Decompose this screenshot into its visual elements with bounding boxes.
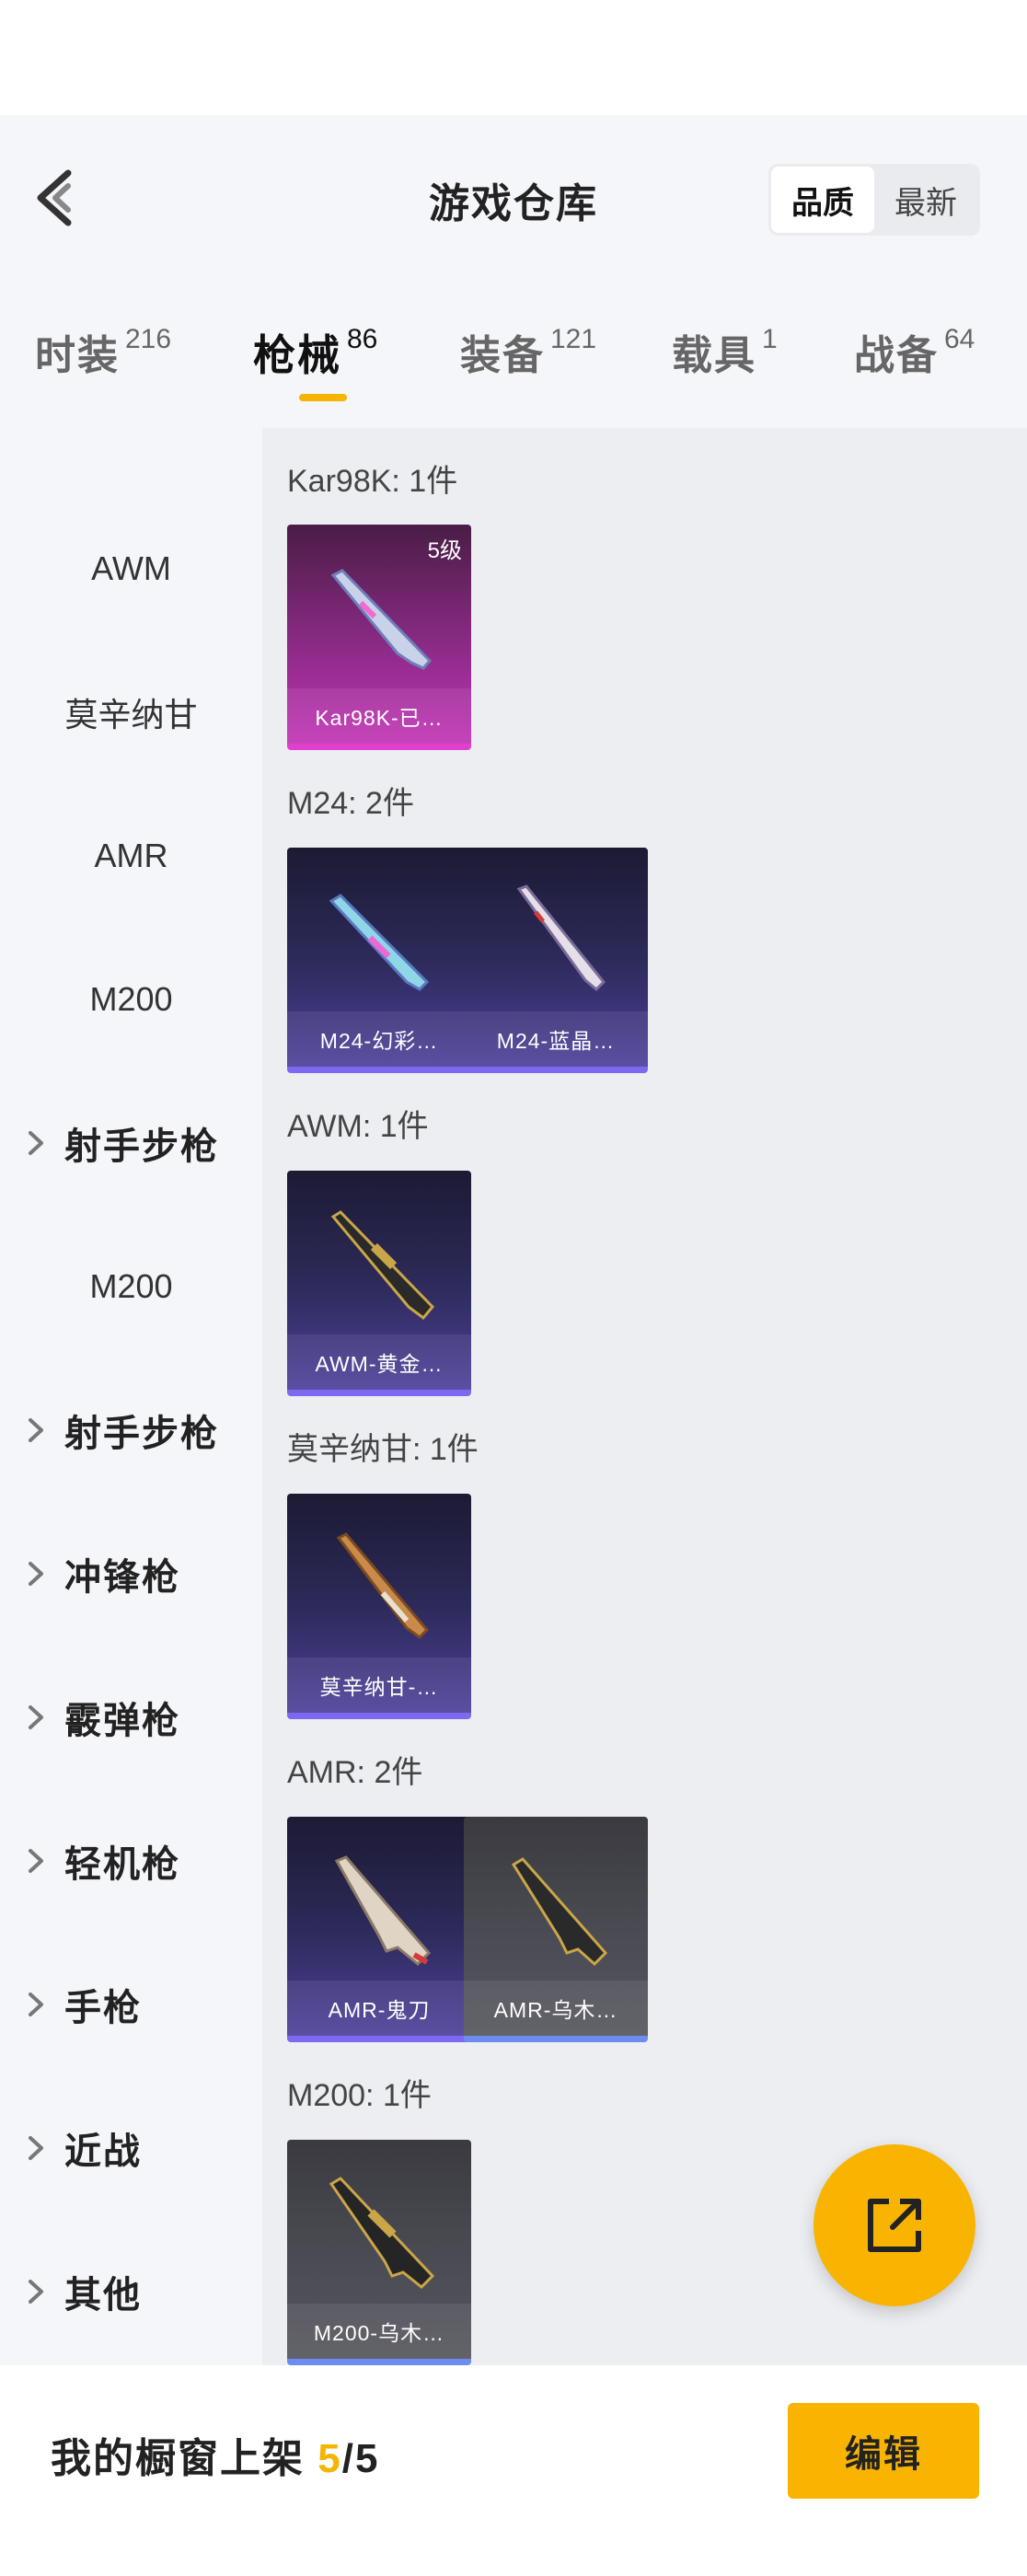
sidebar-item-awm[interactable]: AWM (0, 541, 262, 596)
showcase-total: /5 (341, 2436, 380, 2481)
section-label-kar98k: Kar98K: 1件 (287, 464, 458, 499)
rifle-icon (511, 1857, 608, 1967)
share-button[interactable] (814, 2144, 975, 2306)
chevron-right-icon (29, 1562, 43, 1586)
back-button[interactable] (28, 166, 83, 230)
share-icon (868, 2199, 921, 2252)
sidebar-group-label: 射手步枪 (64, 1126, 219, 1167)
sort-toggle: 品质 最新 (768, 164, 980, 236)
weapon-card[interactable]: M24-蓝晶… (464, 848, 648, 1073)
status-bar-area (0, 0, 1027, 115)
weapon-name: AMR-乌木… (464, 1981, 648, 2036)
chevron-right-icon (29, 1849, 43, 1873)
sidebar-group-pistol[interactable]: 手枪 (0, 1977, 262, 2032)
weapon-name: AMR-鬼刀 (287, 1981, 471, 2036)
section-label-m200: M200: 1件 (287, 2078, 432, 2113)
tab-label: 载具 (672, 333, 756, 378)
tab-fashion[interactable]: 时装 216 (35, 322, 171, 381)
sidebar-group-marksman[interactable]: 射手步枪 (0, 1115, 262, 1171)
tab-count: 64 (944, 324, 975, 354)
category-tabs: 时装 216 枪械 86 装备 121 载具 1 战备 64 (0, 313, 1027, 428)
weapon-name: Kar98K-已… (287, 688, 471, 744)
sidebar-item-amr[interactable]: AMR (0, 828, 262, 884)
sort-quality-button[interactable]: 品质 (771, 167, 874, 233)
rifle-icon (330, 569, 433, 670)
sidebar-item-m24[interactable]: M24 (0, 428, 262, 445)
sidebar-group-label: 霰弹枪 (64, 1701, 180, 1741)
tab-firearms[interactable]: 枪械 86 (253, 322, 377, 383)
showcase-status: 我的橱窗上架 5/5 (51, 2425, 379, 2484)
weapon-list: Kar98K: 1件 5级 Kar98K-已… M24: 2件 M24-幻彩… … (262, 428, 1027, 2365)
tab-vehicles[interactable]: 载具 1 (672, 322, 778, 381)
weapon-card[interactable]: M200-乌木… (287, 2140, 471, 2365)
rifle-icon (329, 894, 430, 991)
chevron-right-icon (29, 1993, 43, 2016)
weapon-name: M24-幻彩… (287, 1011, 471, 1067)
sidebar-group-melee[interactable]: 近战 (0, 2120, 262, 2176)
showcase-label: 我的橱窗上架 (51, 2436, 305, 2481)
edit-button[interactable]: 编辑 (788, 2403, 979, 2499)
weapon-name: M24-蓝晶… (464, 1011, 648, 1067)
sidebar-group-label: 其他 (64, 2275, 142, 2316)
sidebar-item-m200[interactable]: M200 (0, 972, 262, 1027)
sidebar-group-label: 射手步枪 (64, 1414, 219, 1454)
chevron-right-icon (29, 1131, 43, 1155)
sidebar-group-marksman[interactable]: 射手步枪 (0, 1403, 262, 1458)
sidebar-group-label: 手枪 (64, 1988, 142, 2028)
section-label-awm: AWM: 1件 (287, 1109, 429, 1144)
weapon-sidebar: M24 AWM 莫辛纳甘 AMR M200 射手步枪 M200 射手步枪 冲锋枪… (0, 428, 262, 2365)
weapon-name: AWM-黄金… (287, 1334, 471, 1390)
tab-count: 216 (125, 324, 172, 354)
weapon-card[interactable]: 5级 Kar98K-已… (287, 525, 471, 750)
weapon-card[interactable]: AMR-鬼刀 (287, 1817, 471, 2042)
sidebar-item-m200[interactable]: M200 (0, 1259, 262, 1314)
tab-label: 装备 (460, 333, 545, 378)
tab-count: 1 (762, 324, 778, 354)
rifle-icon (334, 1855, 432, 1967)
sidebar-group-label: 冲锋枪 (64, 1557, 180, 1598)
sidebar-group-label: 轻机枪 (64, 1844, 180, 1885)
sidebar-group-smg[interactable]: 冲锋枪 (0, 1546, 262, 1601)
weapon-name: M200-乌木… (287, 2304, 471, 2359)
tab-label: 时装 (35, 333, 120, 378)
section-label-mosin: 莫辛纳甘: 1件 (287, 1432, 479, 1467)
weapon-name: 莫辛纳甘-… (287, 1658, 471, 1713)
tab-count: 121 (550, 324, 597, 354)
showcase-current: 5 (317, 2436, 342, 2481)
sidebar-group-other[interactable]: 其他 (0, 2264, 262, 2319)
weapon-card[interactable]: AMR-乌木… (464, 1817, 648, 2042)
chevron-right-icon (29, 2280, 43, 2304)
tab-supplies[interactable]: 战备 64 (854, 322, 975, 381)
active-tab-indicator (299, 394, 347, 401)
rifle-icon (329, 2177, 435, 2290)
chevron-right-icon (29, 2136, 43, 2160)
weapon-card[interactable]: AWM-黄金… (287, 1171, 471, 1396)
tab-count: 86 (347, 324, 378, 354)
rifle-icon (330, 1210, 435, 1321)
sort-newest-button[interactable]: 最新 (874, 167, 977, 233)
tab-label: 枪械 (253, 331, 341, 379)
section-label-amr: AMR: 2件 (287, 1755, 423, 1790)
weapon-card[interactable]: M24-幻彩… (287, 848, 471, 1073)
sidebar-group-label: 近战 (64, 2131, 142, 2172)
sidebar-item-mosin[interactable]: 莫辛纳甘 (0, 685, 262, 740)
section-label-m24: M24: 2件 (287, 786, 414, 821)
rifle-icon (336, 1532, 430, 1639)
sidebar-group-lmg[interactable]: 轻机枪 (0, 1833, 262, 1889)
rifle-icon (516, 884, 606, 992)
tab-label: 战备 (854, 333, 939, 378)
tab-equipment[interactable]: 装备 121 (460, 322, 596, 381)
weapon-card[interactable]: 莫辛纳甘-… (287, 1494, 471, 1719)
chevron-right-icon (29, 1705, 43, 1729)
back-arrow-icon (37, 169, 72, 226)
sidebar-group-shotgun[interactable]: 霰弹枪 (0, 1690, 262, 1745)
chevron-right-icon (29, 1418, 43, 1442)
